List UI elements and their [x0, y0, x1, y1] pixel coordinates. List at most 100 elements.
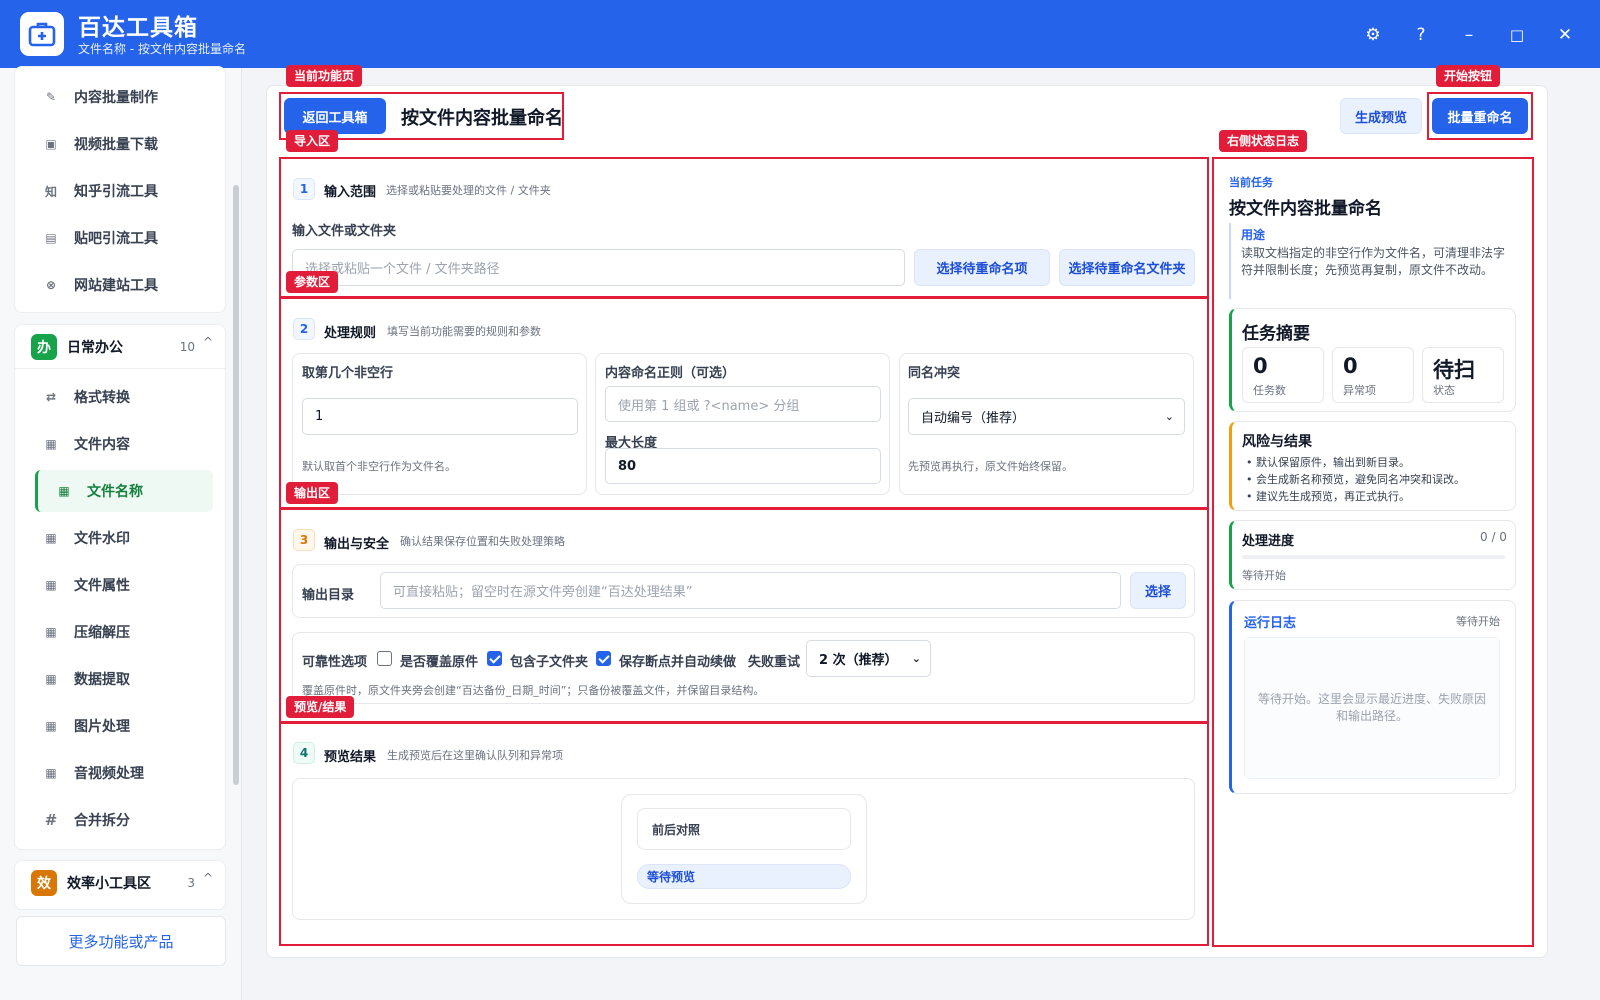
generate-preview-button[interactable]: 生成预览 [1340, 98, 1422, 134]
page-title: 按文件内容批量命名 [401, 108, 563, 129]
maximize-icon[interactable]: □ [1502, 20, 1532, 50]
select-item-button[interactable]: 选择待重命名项 [914, 249, 1050, 286]
subfolders-checkbox[interactable] [487, 651, 502, 666]
stat-error-count: 0 异常项 [1332, 347, 1414, 403]
toolbox-icon [20, 12, 64, 56]
sidebar-item-data-extract[interactable]: ▦ 数据提取 [22, 658, 200, 700]
sidebar-item-compress[interactable]: ▦ 压缩解压 [22, 611, 200, 653]
annotation-tag-output: 输出区 [286, 482, 339, 504]
sidebar-item-content-batch[interactable]: ✎ 内容批量制作 [22, 76, 200, 118]
title-bar: 百达工具箱 文件名称 - 按文件内容批量命名 ⚙ ? – □ ✕ [0, 0, 1600, 68]
line-index-label: 取第几个非空行 [302, 366, 394, 381]
purpose-accent [1229, 223, 1231, 299]
resume-label: 保存断点并自动续做 [619, 655, 737, 670]
reliability-label: 可靠性选项 [302, 655, 368, 670]
grid-icon: ▦ [45, 719, 57, 733]
annotation-tag-import: 导入区 [286, 130, 339, 152]
annotation-tag-preview: 预览/结果 [286, 696, 355, 718]
sidebar-scrollbar[interactable] [233, 185, 239, 785]
run-log-title: 运行日志 [1244, 616, 1297, 631]
sidebar-item-merge-split[interactable]: # 合并拆分 [22, 799, 200, 841]
sidebar-item-watermark[interactable]: ▦ 文件水印 [22, 517, 200, 559]
sidebar-item-file-name[interactable]: ▦ 文件名称 [35, 470, 213, 512]
video-icon: ▣ [45, 137, 57, 151]
select-output-dir-button[interactable]: 选择 [1130, 572, 1186, 609]
sidebar: ✎ 内容批量制作 ▣ 视频批量下载 知知乎引流工具 ▤ 贴吧引流工具 ⊗ 网站建站工具 … [0, 66, 242, 1000]
output-dir-input[interactable]: 可直接粘贴；留空时在源文件旁创建“百达处理结果” [380, 572, 1121, 609]
max-length-input[interactable]: 80 [605, 448, 881, 484]
current-task-title: 按文件内容批量命名 [1229, 199, 1382, 219]
regex-label: 内容命名正则（可选） [605, 366, 736, 381]
risk-title: 风险与结果 [1242, 434, 1312, 450]
hash-icon: # [44, 811, 58, 829]
regex-input[interactable]: 使用第 1 组或 ?<name> 分组 [605, 386, 881, 422]
app-name: 百达工具箱 [78, 15, 198, 41]
progress-bar [1242, 555, 1505, 559]
grid-icon: ▦ [45, 625, 57, 639]
section-1-desc: 选择或粘贴要处理的文件 / 文件夹 [386, 184, 551, 197]
current-task-label: 当前任务 [1229, 176, 1273, 189]
sidebar-item-tieba[interactable]: ▤ 贴吧引流工具 [22, 217, 200, 259]
risk-list: • 默认保留原件，输出到新目录。 • 会生成新名称预览，避免同名冲突和误改。 •… [1246, 454, 1465, 505]
resume-checkbox[interactable] [596, 651, 611, 666]
office-group-header[interactable]: 办 日常办公 10 ^ [15, 325, 225, 369]
conflict-hint: 先预览再执行，原文件始终保留。 [908, 460, 1073, 473]
overwrite-label: 是否覆盖原件 [400, 655, 479, 670]
sidebar-item-image[interactable]: ▦ 图片处理 [22, 705, 200, 747]
input-path-label: 输入文件或文件夹 [292, 224, 397, 239]
select-folder-button[interactable]: 选择待重命名文件夹 [1059, 249, 1195, 286]
back-to-toolbox-button[interactable]: 返回工具箱 [284, 98, 386, 134]
minimize-icon[interactable]: – [1454, 20, 1484, 50]
sidebar-item-file-attributes[interactable]: ▦ 文件属性 [22, 564, 200, 606]
section-4-title: 预览结果 [324, 750, 377, 765]
annotation-tag-start-button: 开始按钮 [1436, 65, 1501, 87]
progress-title: 处理进度 [1242, 534, 1295, 549]
output-dir-label: 输出目录 [302, 588, 355, 603]
sidebar-item-format-convert[interactable]: ⇄ 格式转换 [22, 376, 200, 418]
overwrite-checkbox[interactable] [377, 651, 392, 666]
purpose-text: 读取文档指定的非空行作为文件名，可清理非法字符并限制长度；先预览再复制，原文件不… [1241, 246, 1506, 277]
risk-item: • 建议先生成预览，再正式执行。 [1246, 490, 1410, 503]
more-products-button[interactable]: 更多功能或产品 [16, 916, 226, 966]
sidebar-item-website[interactable]: ⊗ 网站建站工具 [22, 264, 200, 306]
stat-task-count: 0 任务数 [1242, 347, 1324, 403]
retry-select[interactable]: 2 次（推荐） ⌄ [806, 640, 931, 677]
chevron-up-icon[interactable]: ^ [203, 871, 213, 885]
run-log-area[interactable]: 等待开始。这里会显示最近进度、失败原因和输出路径。 [1244, 637, 1500, 779]
step-1-badge: 1 [293, 178, 315, 200]
input-path-field[interactable]: 选择或粘贴一个文件 / 文件夹路径 [292, 249, 905, 286]
settings-icon[interactable]: ⚙ [1358, 20, 1388, 50]
swap-icon: ⇄ [45, 390, 57, 404]
risk-item: • 会生成新名称预览，避免同名冲突和误改。 [1246, 473, 1465, 486]
step-3-badge: 3 [293, 529, 315, 551]
progress-count: 0 / 0 [1480, 530, 1507, 544]
grid-icon: ▦ [45, 672, 57, 686]
sidebar-item-zhihu[interactable]: 知知乎引流工具 [22, 170, 200, 212]
stat-status: 待扫 状态 [1422, 347, 1504, 403]
chevron-up-icon[interactable]: ^ [203, 335, 213, 349]
office-group-count: 10 [179, 339, 195, 354]
grid-icon: ▦ [45, 437, 57, 451]
section-4-desc: 生成预览后在这里确认队列和异常项 [387, 749, 563, 762]
close-icon[interactable]: ✕ [1550, 20, 1580, 50]
efficiency-badge-icon: 效 [31, 870, 57, 896]
line-index-input[interactable]: 1 [302, 398, 578, 435]
before-after-label: 前后对照 [637, 808, 851, 850]
help-icon[interactable]: ? [1406, 20, 1436, 50]
conflict-select[interactable]: 自动编号（推荐） ⌄ [908, 398, 1185, 435]
sidebar-item-file-content[interactable]: ▦ 文件内容 [22, 423, 200, 465]
sidebar-group-efficiency: 效 效率小工具区 3 ^ [14, 860, 226, 910]
section-3-desc: 确认结果保存位置和失败处理策略 [400, 535, 565, 548]
globe-icon: ⊗ [45, 278, 57, 292]
batch-rename-button[interactable]: 批量重命名 [1432, 98, 1528, 134]
efficiency-group-header[interactable]: 效 效率小工具区 3 ^ [15, 861, 225, 905]
sidebar-item-av[interactable]: ▦ 音视频处理 [22, 752, 200, 794]
step-4-badge: 4 [293, 742, 315, 764]
run-log-status: 等待开始 [1456, 615, 1500, 628]
sidebar-item-video-download[interactable]: ▣ 视频批量下载 [22, 123, 200, 165]
grid-icon: ▦ [45, 531, 57, 545]
chevron-down-icon: ⌄ [911, 652, 921, 665]
grid-icon: ▦ [58, 484, 70, 498]
grid-icon: ▦ [45, 578, 57, 592]
purpose-label: 用途 [1241, 228, 1266, 242]
